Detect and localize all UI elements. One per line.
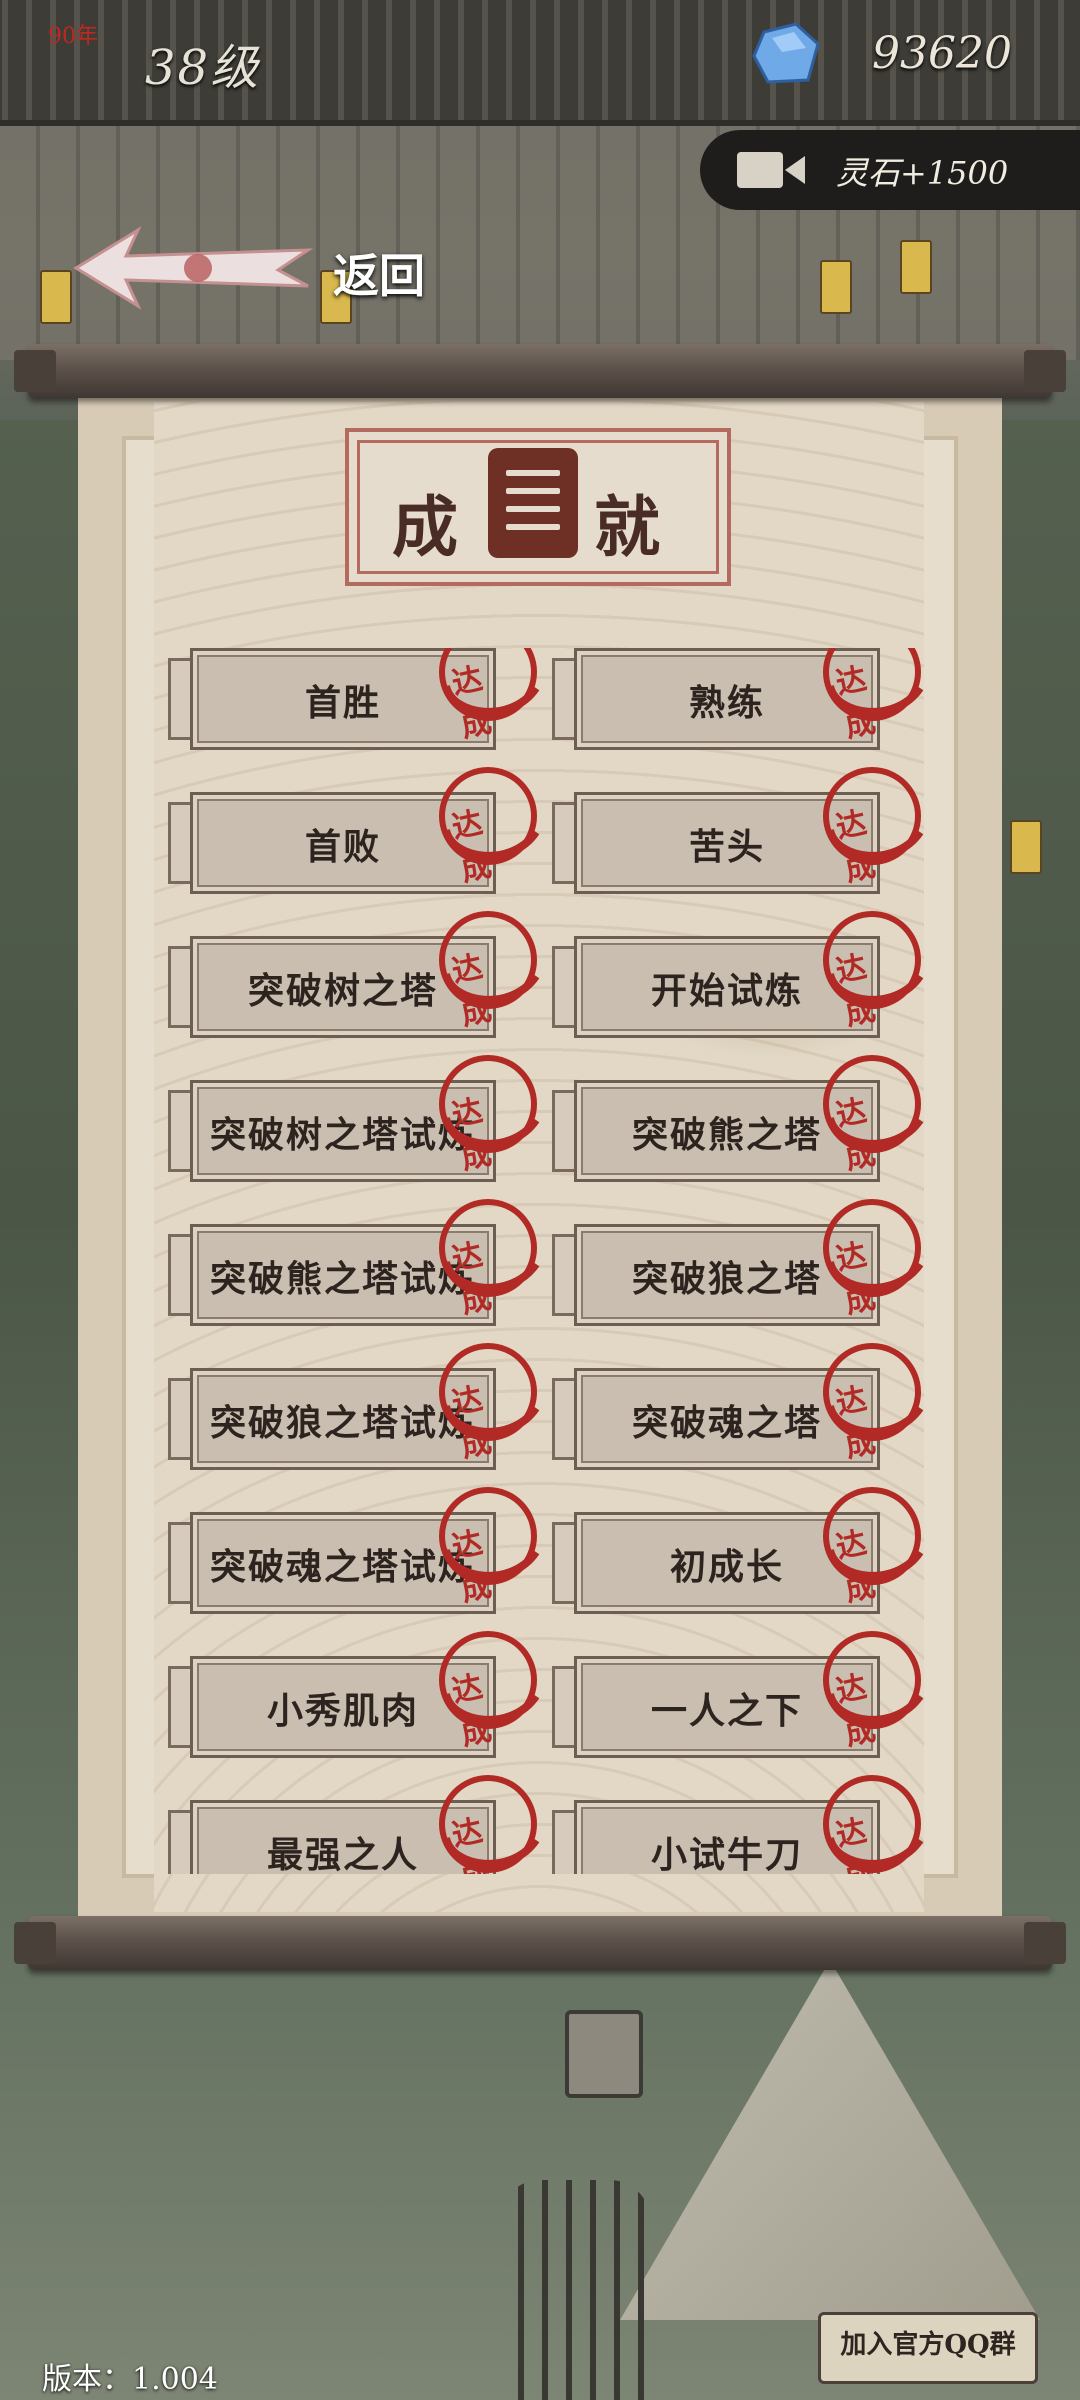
level-mark: 90年 xyxy=(48,24,98,49)
join-qq-group-button[interactable]: 加入官方QQ群 xyxy=(818,2312,1038,2384)
back-button[interactable]: 返回 xyxy=(68,220,448,316)
video-camera-icon xyxy=(737,152,805,188)
achievement-item[interactable]: 开始试炼 达成 xyxy=(552,911,924,1038)
achievement-item[interactable]: 最强之人 达成 xyxy=(168,1775,540,1874)
talisman-tag xyxy=(820,260,852,314)
ad-reward-label: 灵石+1500 xyxy=(836,154,1009,192)
spirit-stone-count: 93620 xyxy=(872,28,1012,79)
achievement-item[interactable]: 突破熊之塔试炼 达成 xyxy=(168,1199,540,1326)
bucket xyxy=(565,2010,643,2098)
achievement-item[interactable]: 初成长 达成 xyxy=(552,1487,924,1614)
back-arrow-icon xyxy=(73,226,314,310)
scroll-document-icon xyxy=(488,448,578,558)
scroll-rod-top xyxy=(14,344,1066,398)
talisman-tag xyxy=(1010,820,1042,874)
spirit-stone-icon xyxy=(752,22,820,84)
achievement-item[interactable]: 小试牛刀 达成 xyxy=(552,1775,924,1874)
achievement-item[interactable]: 突破树之塔 达成 xyxy=(168,911,540,1038)
achievement-item[interactable]: 突破熊之塔 达成 xyxy=(552,1055,924,1182)
player-level: 38级 xyxy=(145,40,261,96)
achievement-item[interactable]: 首胜 达成 xyxy=(168,648,540,750)
achievement-item[interactable]: 突破树之塔试炼 达成 xyxy=(168,1055,540,1182)
achievement-list[interactable]: 首胜 达成 熟练 达成 首败 达成 苦头 达成 突破树之塔 达成 开始试炼 达成 突破树之塔试炼 达成 突破… xyxy=(168,648,938,1874)
achievement-item[interactable]: 突破魂之塔 达成 xyxy=(552,1343,924,1470)
achievement-item[interactable]: 熟练 达成 xyxy=(552,648,924,750)
achievement-item[interactable]: 突破狼之塔 达成 xyxy=(552,1199,924,1326)
page-title-right: 就 xyxy=(594,488,660,566)
achievement-item[interactable]: 一人之下 达成 xyxy=(552,1631,924,1758)
achievement-item[interactable]: 小秀肌肉 达成 xyxy=(168,1631,540,1758)
talisman-tag xyxy=(900,240,932,294)
version-label: 版本：1.004 xyxy=(42,2362,218,2397)
achievement-item[interactable]: 苦头 达成 xyxy=(552,767,924,894)
achievement-item[interactable]: 首败 达成 xyxy=(168,767,540,894)
back-label: 返回 xyxy=(333,249,425,303)
achievement-item[interactable]: 突破魂之塔试炼 达成 xyxy=(168,1487,540,1614)
scroll-rod-bottom xyxy=(14,1916,1066,1970)
page-title-left: 成 xyxy=(392,488,458,566)
achievement-item[interactable]: 突破狼之塔试炼 达成 xyxy=(168,1343,540,1470)
cage xyxy=(500,2180,650,2400)
